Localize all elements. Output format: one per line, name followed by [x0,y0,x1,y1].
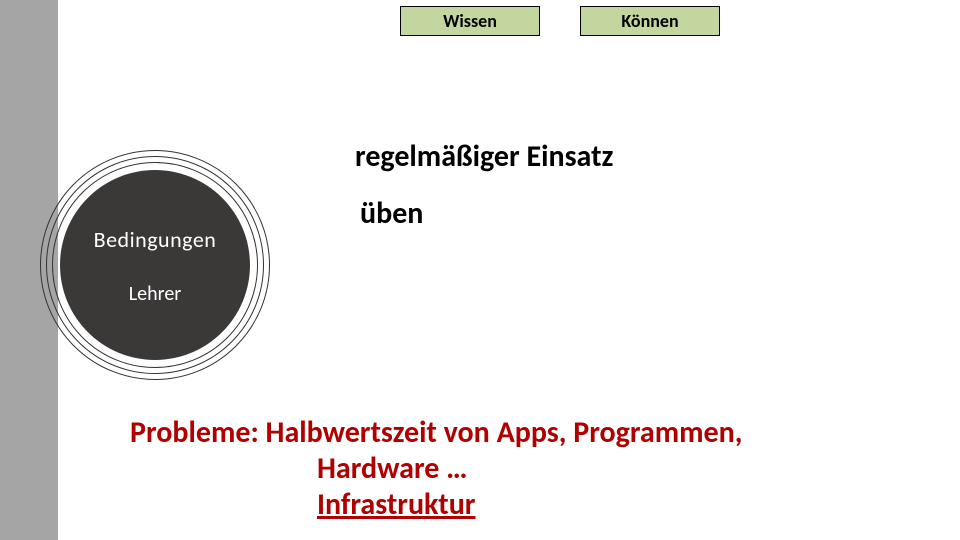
circle-label-top: Bedingungen [40,226,270,253]
problems-line-2: Hardware … [130,451,920,487]
content-line-1: regelmäßiger Einsatz [355,138,613,175]
problems-block: Probleme: Halbwertszeit von Apps, Progra… [130,415,920,523]
tag-koennen: Können [580,6,720,36]
tag-wissen-label: Wissen [443,10,497,32]
circle-graphic: Bedingungen Lehrer [40,150,270,380]
circle-disc [60,170,250,360]
slide: Wissen Können Bedingungen Lehrer regelmä… [0,0,960,540]
problems-line-1: Probleme: Halbwertszeit von Apps, Progra… [130,414,742,451]
content-line-2: üben [360,195,423,232]
tag-wissen: Wissen [400,6,540,36]
circle-label-bottom: Lehrer [40,282,270,306]
tag-koennen-label: Können [621,10,678,32]
problems-line-3: Infrastruktur [130,487,920,523]
